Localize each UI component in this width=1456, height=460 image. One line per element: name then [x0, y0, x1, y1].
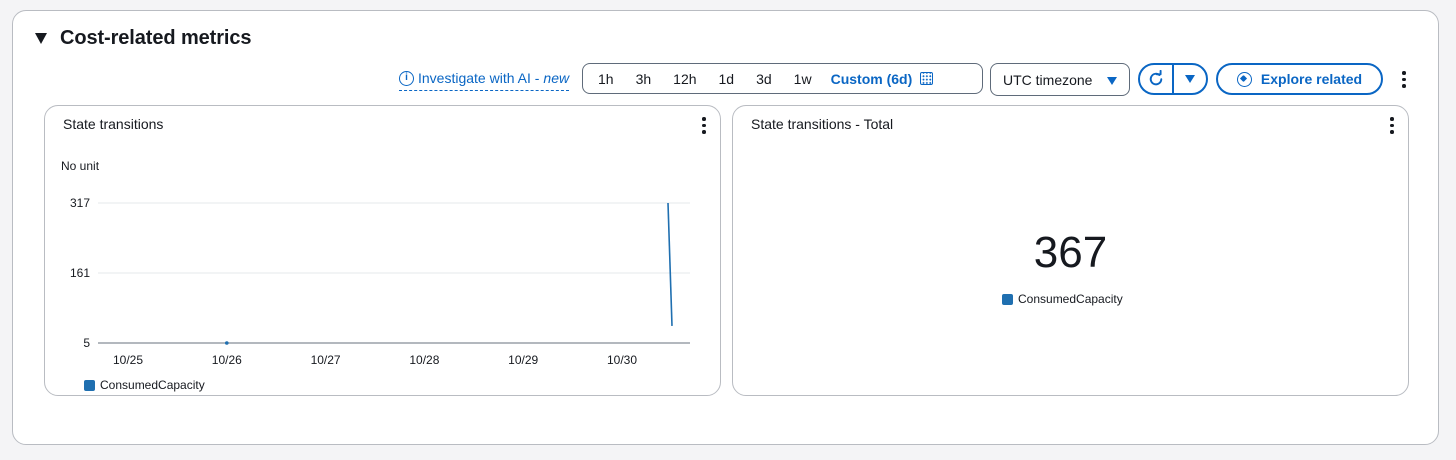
- refresh-icon: [1149, 70, 1163, 86]
- range-1w[interactable]: 1w: [783, 71, 823, 87]
- x-tick-label: 10/27: [311, 353, 341, 367]
- range-1h[interactable]: 1h: [587, 71, 625, 87]
- explore-related-button[interactable]: Explore related: [1216, 63, 1383, 95]
- section-title: Cost-related metrics: [60, 27, 252, 49]
- x-tick-label: 10/29: [508, 353, 538, 367]
- range-3d[interactable]: 3d: [745, 71, 783, 87]
- time-range-selector: 1h 3h 12h 1d 3d 1w Custom (6d): [582, 63, 983, 94]
- legend-label: ConsumedCapacity: [1018, 292, 1123, 306]
- range-custom[interactable]: Custom (6d): [823, 71, 919, 87]
- section-header[interactable]: Cost-related metrics: [35, 27, 252, 50]
- y-tick-label: 317: [70, 196, 90, 210]
- calendar-icon[interactable]: [920, 72, 934, 85]
- legend-label: ConsumedCapacity: [100, 378, 205, 392]
- legend-swatch: [84, 379, 95, 391]
- y-tick-label: 5: [83, 336, 90, 350]
- line-chart: 317 161 5 10/25 10/26 10/27 10/28 10/29 10/30: [70, 196, 690, 367]
- x-tick-label: 10/28: [409, 353, 439, 367]
- total-value: 367: [1033, 228, 1108, 277]
- x-tick-label: 10/25: [113, 353, 143, 367]
- x-tick-label: 10/30: [607, 353, 637, 367]
- timezone-label: UTC timezone: [1003, 71, 1093, 88]
- panel-more-options-icon[interactable]: [1402, 71, 1406, 88]
- explore-related-label: Explore related: [1260, 71, 1363, 87]
- investigate-ai-link[interactable]: i Investigate with AI - new: [399, 67, 570, 91]
- x-tick-label: 10/26: [212, 353, 242, 367]
- caret-down-icon: [1107, 77, 1117, 85]
- y-tick-label: 161: [70, 266, 90, 280]
- series-line: [667, 202, 673, 326]
- refresh-options-button[interactable]: [1174, 65, 1206, 93]
- chart-legend[interactable]: ConsumedCapacity: [84, 378, 205, 392]
- refresh-button[interactable]: [1140, 65, 1172, 93]
- data-point: [225, 341, 229, 345]
- timezone-select[interactable]: UTC timezone: [990, 63, 1130, 96]
- total-legend: ConsumedCapacity: [1002, 292, 1123, 306]
- collapse-caret-icon[interactable]: [35, 33, 47, 44]
- compass-icon: [1236, 71, 1252, 87]
- refresh-split-button: [1138, 63, 1208, 95]
- investigate-ai-label: Investigate with AI -: [418, 70, 540, 86]
- range-1d[interactable]: 1d: [708, 71, 746, 87]
- caret-down-icon: [1185, 75, 1195, 83]
- widget-title: State transitions - Total: [751, 116, 894, 132]
- range-12h[interactable]: 12h: [662, 71, 707, 87]
- metrics-panel: Cost-related metrics i Investigate with …: [12, 10, 1439, 445]
- range-3h[interactable]: 3h: [625, 71, 663, 87]
- new-badge: new: [543, 70, 570, 86]
- widget-more-options-icon[interactable]: [1390, 117, 1394, 134]
- legend-swatch: [1002, 293, 1013, 305]
- info-icon: i: [399, 70, 414, 86]
- state-transitions-widget: State transitions No unit 317 161 5 10/25 10…: [44, 105, 721, 396]
- state-transitions-total-widget: State transitions - Total 367 ConsumedCa…: [732, 105, 1409, 396]
